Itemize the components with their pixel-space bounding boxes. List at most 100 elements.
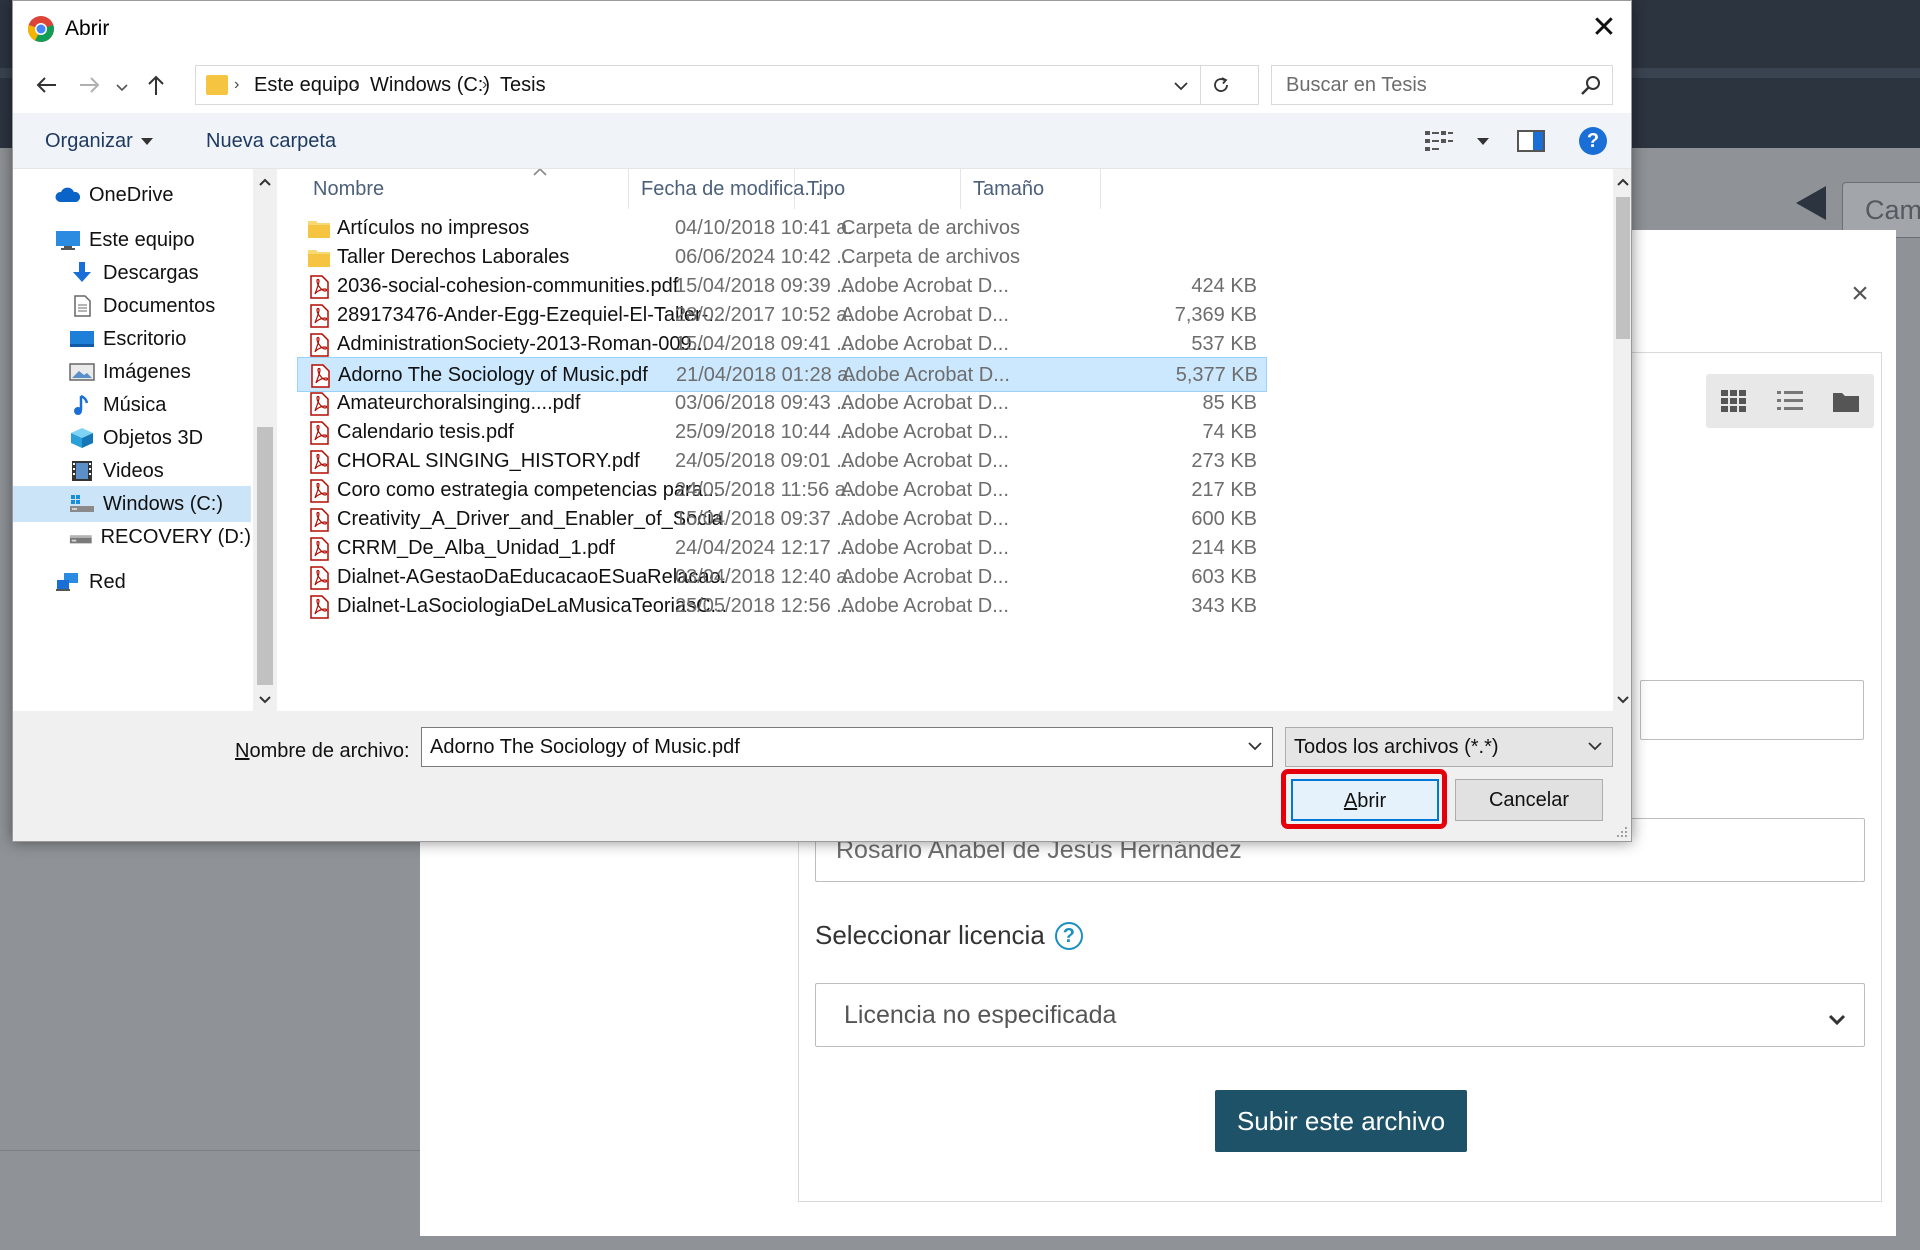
sidebar-item-3d-objects[interactable]: Objetos 3D bbox=[13, 420, 251, 456]
help-icon[interactable]: ? bbox=[1579, 127, 1607, 155]
help-icon[interactable]: ? bbox=[1054, 921, 1083, 950]
forward-arrow-icon[interactable] bbox=[73, 65, 107, 105]
file-date: 25/05/2018 12:56 ... bbox=[675, 595, 853, 618]
column-header-type[interactable]: Tipo bbox=[795, 169, 961, 209]
computer-icon bbox=[56, 231, 80, 250]
folder-view-icon[interactable] bbox=[1818, 374, 1874, 428]
chrome-icon bbox=[28, 16, 54, 42]
sidebar-item-label: Este equipo bbox=[89, 228, 195, 251]
cube-icon bbox=[71, 428, 93, 448]
sidebar-item-label: Descargas bbox=[103, 261, 199, 284]
file-list-scrollbar[interactable] bbox=[1613, 169, 1631, 711]
breadcrumb-item[interactable]: Windows (C:) bbox=[370, 66, 490, 104]
filename-input[interactable] bbox=[422, 728, 1222, 766]
filename-combobox[interactable] bbox=[421, 727, 1273, 767]
change-view-icon[interactable] bbox=[1425, 129, 1453, 153]
organize-label: Organizar bbox=[45, 130, 133, 152]
search-box[interactable] bbox=[1271, 65, 1613, 105]
caret-down-icon bbox=[140, 138, 153, 146]
organize-button[interactable]: Organizar bbox=[45, 113, 153, 169]
sidebar-item-network[interactable]: Red bbox=[13, 564, 251, 600]
background-input-field[interactable] bbox=[1640, 680, 1864, 740]
grid-view-icon[interactable] bbox=[1706, 374, 1762, 428]
up-arrow-icon[interactable] bbox=[139, 65, 173, 105]
column-header-date[interactable]: Fecha de modifica... bbox=[629, 169, 821, 209]
resize-grip-icon[interactable] bbox=[1615, 825, 1629, 839]
pdf-file-icon bbox=[310, 479, 329, 503]
open-file-dialog: Abrir ✕ › Este equipo › Windows (C:) › T… bbox=[12, 0, 1632, 842]
scroll-down-icon[interactable] bbox=[253, 687, 277, 711]
caret-down-icon bbox=[1477, 138, 1489, 146]
sidebar-item-label: Música bbox=[103, 393, 167, 416]
file-row[interactable]: Dialnet-LaSociologiaDeLaMusicaTeoriasC..… bbox=[297, 589, 1267, 624]
cloud-icon bbox=[55, 187, 81, 202]
breadcrumb-separator-icon[interactable]: › bbox=[354, 66, 359, 104]
breadcrumb-item[interactable]: Tesis bbox=[500, 66, 546, 104]
cancel-button[interactable]: Cancelar bbox=[1455, 779, 1603, 821]
scroll-down-icon[interactable] bbox=[1613, 687, 1631, 711]
filename-label: Nombre de archivo: bbox=[235, 733, 410, 769]
scroll-up-icon[interactable] bbox=[1613, 169, 1631, 193]
sidebar-item-videos[interactable]: Videos bbox=[13, 453, 251, 489]
sidebar-item-desktop[interactable]: Escritorio bbox=[13, 321, 251, 357]
scrollbar-thumb[interactable] bbox=[1616, 197, 1630, 339]
sidebar-item-label: Documentos bbox=[103, 294, 216, 317]
refresh-icon[interactable] bbox=[1200, 66, 1240, 104]
filename-label-accesskey: N bbox=[235, 740, 250, 762]
sidebar-item-label: Videos bbox=[103, 459, 164, 482]
list-view-icon[interactable] bbox=[1762, 374, 1818, 428]
folder-icon bbox=[308, 250, 330, 268]
sidebar-item-pictures[interactable]: Imágenes bbox=[13, 354, 251, 390]
pdf-file-icon bbox=[310, 275, 329, 299]
file-type-select[interactable]: Todos los archivos (*.*) bbox=[1285, 727, 1613, 767]
new-folder-button[interactable]: Nueva carpeta bbox=[206, 113, 336, 169]
sidebar-item-windows-c[interactable]: Windows (C:) bbox=[13, 486, 251, 522]
chevron-down-icon[interactable] bbox=[1238, 728, 1272, 766]
sidebar-item-this-pc[interactable]: Este equipo bbox=[13, 222, 251, 258]
scroll-up-icon[interactable] bbox=[253, 169, 277, 193]
document-icon bbox=[74, 295, 91, 317]
music-icon bbox=[74, 394, 89, 415]
search-input[interactable] bbox=[1272, 66, 1562, 104]
breadcrumb-separator-icon[interactable]: › bbox=[482, 66, 487, 104]
network-icon bbox=[56, 573, 78, 591]
navigation-scrollbar[interactable] bbox=[253, 169, 277, 711]
dialog-close-button[interactable]: ✕ bbox=[1575, 1, 1631, 57]
sidebar-item-documents[interactable]: Documentos bbox=[13, 288, 251, 324]
download-icon bbox=[73, 262, 91, 282]
preview-pane-icon[interactable] bbox=[1517, 129, 1545, 153]
scrollbar-thumb[interactable] bbox=[257, 427, 273, 685]
address-dropdown-icon[interactable] bbox=[1166, 66, 1196, 104]
sidebar-item-label: Red bbox=[89, 570, 126, 593]
license-value: Licencia no especificada bbox=[844, 1000, 1117, 1029]
column-header-name[interactable]: Nombre bbox=[277, 169, 629, 209]
sidebar-item-recovery-d[interactable]: RECOVERY (D:) bbox=[13, 519, 251, 555]
file-list: Nombre Fecha de modifica... Tipo Tamaño … bbox=[277, 169, 1613, 711]
navigation-bar: › Este equipo › Windows (C:) › Tesis bbox=[13, 57, 1631, 113]
sidebar-item-music[interactable]: Música bbox=[13, 387, 251, 423]
license-label-text: Seleccionar licencia bbox=[815, 920, 1045, 950]
recent-locations-chevron-icon[interactable] bbox=[111, 65, 133, 105]
upload-file-button[interactable]: Subir este archivo bbox=[1215, 1090, 1467, 1152]
command-bar: Organizar Nueva carpeta ? bbox=[13, 113, 1631, 169]
sidebar-item-label: Windows (C:) bbox=[103, 492, 224, 515]
address-bar[interactable]: › Este equipo › Windows (C:) › Tesis bbox=[195, 65, 1259, 105]
back-arrow-icon[interactable] bbox=[29, 65, 63, 105]
pdf-file-icon bbox=[311, 363, 330, 388]
open-button-highlight bbox=[1281, 769, 1447, 829]
pdf-file-icon bbox=[310, 304, 329, 329]
sidebar-item-onedrive[interactable]: OneDrive bbox=[13, 177, 251, 213]
view-options-dropdown[interactable] bbox=[1469, 113, 1489, 169]
license-select[interactable]: Licencia no especificada bbox=[815, 983, 1865, 1047]
pdf-file-icon bbox=[310, 595, 329, 620]
sidebar-item-downloads[interactable]: Descargas bbox=[13, 255, 251, 291]
breadcrumb-item[interactable]: Este equipo bbox=[254, 66, 360, 104]
modal-close-icon[interactable]: × bbox=[1842, 276, 1878, 312]
breadcrumb-separator-icon[interactable]: › bbox=[234, 66, 239, 104]
search-icon[interactable] bbox=[1580, 74, 1602, 96]
drive-icon bbox=[69, 535, 92, 544]
column-header-size[interactable]: Tamaño bbox=[961, 169, 1101, 209]
back-arrow-icon[interactable] bbox=[1796, 186, 1826, 220]
file-type: Adobe Acrobat D... bbox=[841, 595, 1009, 618]
image-icon bbox=[69, 363, 95, 381]
